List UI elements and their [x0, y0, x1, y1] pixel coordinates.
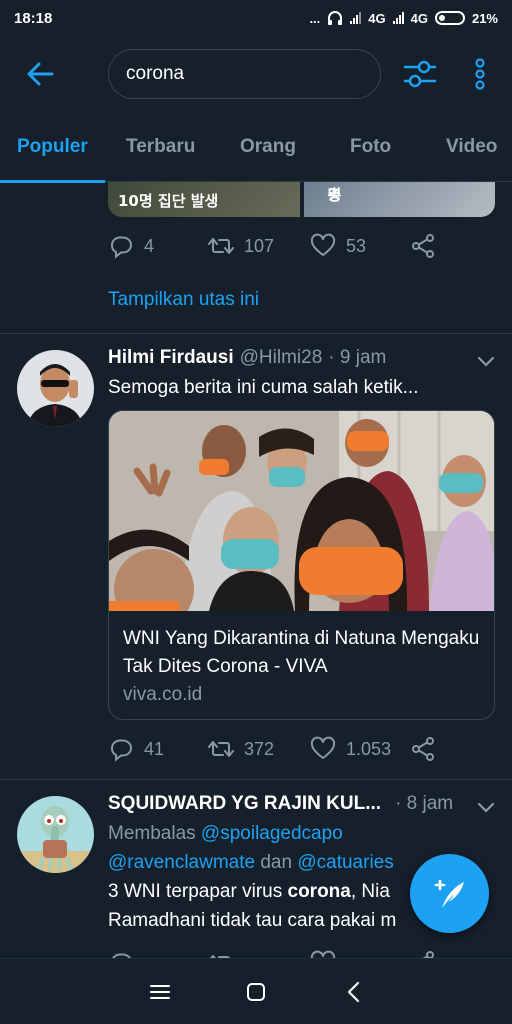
heart-icon: [310, 950, 336, 958]
back-icon[interactable]: [341, 979, 367, 1005]
retweet-count: 107: [244, 235, 275, 256]
tweet-actions: 41 372 1.053: [108, 734, 448, 764]
tweet-media-preview[interactable]: 10명 집단 발생 국내 총 32명: [108, 182, 495, 217]
retweet-count: 372: [244, 738, 275, 759]
like-button[interactable]: [310, 948, 336, 958]
signal-icon: [350, 12, 362, 24]
compose-tweet-button[interactable]: [410, 854, 489, 933]
status-icons: ... 4G 4G 21%: [309, 10, 498, 26]
retweet-icon: [208, 741, 234, 757]
signal-icon-2: [392, 12, 404, 24]
reply-count: 41: [144, 738, 165, 759]
reply-icon: [111, 739, 132, 762]
tweet-text: Semoga berita ini cuma salah ketik...: [108, 377, 419, 398]
timestamp: · 8 jam: [395, 793, 454, 814]
heart-icon: [310, 736, 336, 759]
link-card-domain: viva.co.id: [123, 684, 203, 705]
mention-catuaries[interactable]: @catuaries: [297, 852, 393, 873]
network-type-1: 4G: [368, 10, 386, 26]
share-button[interactable]: [410, 231, 436, 261]
headphones-icon: [328, 11, 343, 25]
retweet-button[interactable]: [208, 948, 234, 958]
share-icon: [412, 737, 434, 761]
like-button[interactable]: 1.053: [310, 734, 391, 764]
battery-icon: [434, 11, 465, 25]
network-type-2: 4G: [410, 10, 428, 26]
tab-terbaru[interactable]: Terbaru: [126, 112, 195, 182]
link-card[interactable]: WNI Yang Dikarantina di Natuna Mengaku T…: [108, 410, 495, 720]
retweet-button[interactable]: 107: [208, 231, 274, 261]
tweet-divider: [0, 333, 512, 334]
link-card-body: WNI Yang Dikarantina di Natuna Mengaku T…: [109, 611, 494, 706]
share-icon: [422, 951, 434, 958]
tab-foto[interactable]: Foto: [350, 112, 391, 182]
search-header: corona: [0, 36, 512, 112]
chevron-down-icon[interactable]: [476, 355, 496, 369]
link-card-title: WNI Yang Dikarantina di Natuna Mengaku T…: [123, 628, 480, 677]
share-button[interactable]: [410, 734, 436, 764]
search-results-feed[interactable]: 10명 집단 발생 국내 총 32명 4 107 53 Tampilkan ut…: [0, 182, 512, 958]
reply-icon: [111, 236, 132, 259]
more-vertical-icon[interactable]: [470, 54, 490, 94]
reply-button[interactable]: 41: [108, 734, 164, 764]
tab-video[interactable]: Video: [446, 112, 497, 182]
search-input[interactable]: corona: [108, 49, 381, 99]
search-tabs: Populer Terbaru Orang Foto Video: [0, 112, 512, 183]
retweet-icon: [208, 238, 234, 254]
reply-button[interactable]: 4: [108, 231, 154, 261]
system-nav-bar: [0, 958, 512, 1024]
link-card-image: [109, 411, 494, 611]
share-button[interactable]: [410, 948, 436, 958]
media-left-caption: 10명 집단 발생: [118, 192, 219, 210]
timestamp: · 9 jam: [328, 347, 387, 368]
tweet-divider: [0, 779, 512, 780]
handle[interactable]: @Hilmi28: [240, 347, 323, 369]
like-count: 53: [346, 235, 367, 256]
compose-feather-icon: [434, 879, 464, 908]
menu-icon[interactable]: [147, 979, 173, 1005]
tweet-header: SQUIDWARD YG RAJIN KUL... · 8 jam: [108, 793, 453, 815]
arrow-left-icon[interactable]: [22, 56, 58, 92]
tab-orang[interactable]: Orang: [240, 112, 296, 182]
avatar-squidward[interactable]: [17, 796, 94, 873]
like-count: 1.053: [346, 738, 392, 759]
avatar-hilmi[interactable]: [17, 350, 94, 427]
tab-populer[interactable]: Populer: [0, 112, 105, 183]
mention-ravenclawmate[interactable]: @ravenclawmate: [108, 852, 255, 873]
status-time: 18:18: [14, 9, 53, 27]
show-thread-link[interactable]: Tampilkan utas ini: [108, 289, 259, 311]
tweet-header: Hilmi Firdausi @Hilmi28 · 9 jam: [108, 347, 386, 369]
retweet-icon: [210, 955, 230, 958]
home-icon[interactable]: [243, 979, 269, 1005]
media-image-right[interactable]: 국내 총 32명: [303, 182, 495, 217]
share-icon: [412, 234, 434, 258]
reply-count: 4: [144, 235, 155, 256]
display-name[interactable]: SQUIDWARD YG RAJIN KUL...: [108, 793, 381, 815]
sliders-icon[interactable]: [402, 58, 438, 90]
tweet-actions: [108, 948, 448, 958]
chevron-down-icon[interactable]: [476, 801, 496, 815]
notification-dots: ...: [309, 10, 321, 26]
retweet-button[interactable]: 372: [208, 734, 274, 764]
mention-spoilagedcapo[interactable]: @spoilagedcapo: [201, 823, 343, 844]
battery-percent: 21%: [471, 10, 498, 26]
heart-icon: [310, 233, 336, 256]
like-button[interactable]: 53: [310, 231, 366, 261]
tweet-actions: 4 107 53: [108, 231, 448, 261]
media-image-left[interactable]: 10명 집단 발생: [108, 182, 300, 217]
reply-icon: [112, 953, 131, 958]
display-name[interactable]: Hilmi Firdausi: [108, 347, 234, 369]
status-bar: 18:18 ... 4G 4G 21%: [0, 0, 512, 36]
reply-button[interactable]: [108, 948, 134, 958]
